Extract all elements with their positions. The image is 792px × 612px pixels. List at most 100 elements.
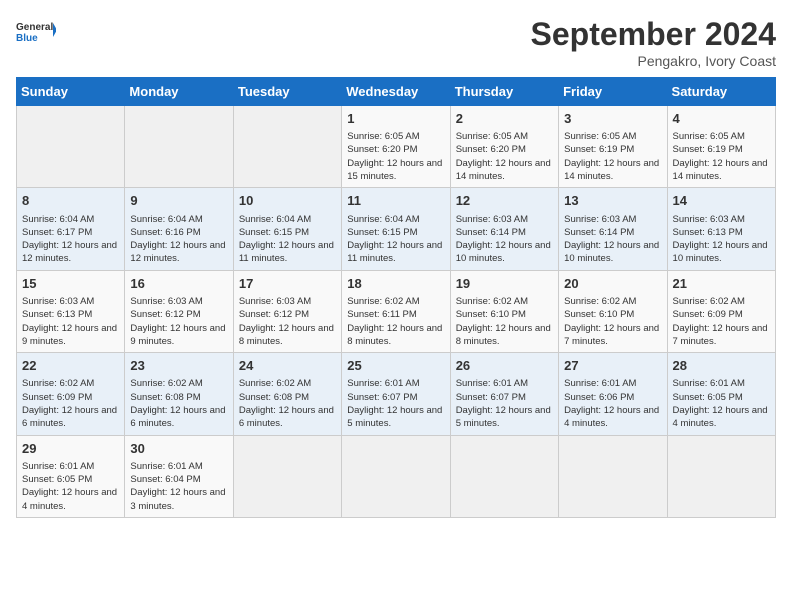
day-info: Sunrise: 6:03 AM Sunset: 6:14 PM Dayligh… (564, 213, 661, 266)
day-info: Sunrise: 6:03 AM Sunset: 6:12 PM Dayligh… (239, 295, 336, 348)
day-number: 20 (564, 275, 661, 293)
column-header-saturday: Saturday (667, 78, 775, 106)
day-number: 3 (564, 110, 661, 128)
day-number: 11 (347, 192, 444, 210)
calendar-cell: 22 Sunrise: 6:02 AM Sunset: 6:09 PM Dayl… (17, 353, 125, 435)
svg-text:Blue: Blue (16, 33, 38, 44)
day-number: 19 (456, 275, 553, 293)
week-row-4: 22 Sunrise: 6:02 AM Sunset: 6:09 PM Dayl… (17, 353, 776, 435)
calendar-cell: 11 Sunrise: 6:04 AM Sunset: 6:15 PM Dayl… (342, 188, 450, 270)
day-number: 28 (673, 357, 770, 375)
day-info: Sunrise: 6:01 AM Sunset: 6:07 PM Dayligh… (347, 377, 444, 430)
calendar-cell: 28 Sunrise: 6:01 AM Sunset: 6:05 PM Dayl… (667, 353, 775, 435)
day-number: 23 (130, 357, 227, 375)
day-number: 13 (564, 192, 661, 210)
calendar-cell: 20 Sunrise: 6:02 AM Sunset: 6:10 PM Dayl… (559, 270, 667, 352)
day-info: Sunrise: 6:04 AM Sunset: 6:16 PM Dayligh… (130, 213, 227, 266)
day-number: 24 (239, 357, 336, 375)
day-info: Sunrise: 6:05 AM Sunset: 6:19 PM Dayligh… (673, 130, 770, 183)
day-info: Sunrise: 6:04 AM Sunset: 6:15 PM Dayligh… (347, 213, 444, 266)
calendar-cell: 10 Sunrise: 6:04 AM Sunset: 6:15 PM Dayl… (233, 188, 341, 270)
day-info: Sunrise: 6:02 AM Sunset: 6:09 PM Dayligh… (673, 295, 770, 348)
day-number: 8 (22, 192, 119, 210)
month-title: September 2024 (531, 16, 776, 53)
calendar-cell (559, 435, 667, 517)
calendar-cell: 29 Sunrise: 6:01 AM Sunset: 6:05 PM Dayl… (17, 435, 125, 517)
day-info: Sunrise: 6:04 AM Sunset: 6:15 PM Dayligh… (239, 213, 336, 266)
column-header-tuesday: Tuesday (233, 78, 341, 106)
day-info: Sunrise: 6:03 AM Sunset: 6:13 PM Dayligh… (673, 213, 770, 266)
day-info: Sunrise: 6:01 AM Sunset: 6:05 PM Dayligh… (673, 377, 770, 430)
day-number: 22 (22, 357, 119, 375)
calendar-cell: 24 Sunrise: 6:02 AM Sunset: 6:08 PM Dayl… (233, 353, 341, 435)
calendar-cell: 13 Sunrise: 6:03 AM Sunset: 6:14 PM Dayl… (559, 188, 667, 270)
day-number: 18 (347, 275, 444, 293)
day-number: 25 (347, 357, 444, 375)
svg-text:General: General (16, 22, 53, 33)
day-info: Sunrise: 6:02 AM Sunset: 6:08 PM Dayligh… (130, 377, 227, 430)
day-number: 10 (239, 192, 336, 210)
day-info: Sunrise: 6:01 AM Sunset: 6:06 PM Dayligh… (564, 377, 661, 430)
week-row-3: 15 Sunrise: 6:03 AM Sunset: 6:13 PM Dayl… (17, 270, 776, 352)
calendar-cell: 12 Sunrise: 6:03 AM Sunset: 6:14 PM Dayl… (450, 188, 558, 270)
day-info: Sunrise: 6:03 AM Sunset: 6:14 PM Dayligh… (456, 213, 553, 266)
calendar-cell: 1 Sunrise: 6:05 AM Sunset: 6:20 PM Dayli… (342, 106, 450, 188)
day-info: Sunrise: 6:02 AM Sunset: 6:09 PM Dayligh… (22, 377, 119, 430)
day-info: Sunrise: 6:05 AM Sunset: 6:20 PM Dayligh… (347, 130, 444, 183)
calendar-cell (450, 435, 558, 517)
calendar-cell: 16 Sunrise: 6:03 AM Sunset: 6:12 PM Dayl… (125, 270, 233, 352)
day-info: Sunrise: 6:02 AM Sunset: 6:08 PM Dayligh… (239, 377, 336, 430)
day-info: Sunrise: 6:02 AM Sunset: 6:11 PM Dayligh… (347, 295, 444, 348)
calendar-cell: 21 Sunrise: 6:02 AM Sunset: 6:09 PM Dayl… (667, 270, 775, 352)
calendar-cell: 14 Sunrise: 6:03 AM Sunset: 6:13 PM Dayl… (667, 188, 775, 270)
calendar-cell: 25 Sunrise: 6:01 AM Sunset: 6:07 PM Dayl… (342, 353, 450, 435)
day-info: Sunrise: 6:01 AM Sunset: 6:07 PM Dayligh… (456, 377, 553, 430)
calendar-cell (342, 435, 450, 517)
calendar-cell: 4 Sunrise: 6:05 AM Sunset: 6:19 PM Dayli… (667, 106, 775, 188)
calendar-cell: 27 Sunrise: 6:01 AM Sunset: 6:06 PM Dayl… (559, 353, 667, 435)
location: Pengakro, Ivory Coast (531, 53, 776, 69)
calendar-cell: 15 Sunrise: 6:03 AM Sunset: 6:13 PM Dayl… (17, 270, 125, 352)
day-number: 30 (130, 440, 227, 458)
calendar-cell (17, 106, 125, 188)
column-header-sunday: Sunday (17, 78, 125, 106)
day-info: Sunrise: 6:02 AM Sunset: 6:10 PM Dayligh… (564, 295, 661, 348)
logo-svg: General Blue (16, 16, 56, 52)
column-header-monday: Monday (125, 78, 233, 106)
day-number: 17 (239, 275, 336, 293)
calendar-cell: 2 Sunrise: 6:05 AM Sunset: 6:20 PM Dayli… (450, 106, 558, 188)
week-row-5: 29 Sunrise: 6:01 AM Sunset: 6:05 PM Dayl… (17, 435, 776, 517)
column-header-friday: Friday (559, 78, 667, 106)
column-header-wednesday: Wednesday (342, 78, 450, 106)
day-number: 26 (456, 357, 553, 375)
calendar-cell: 17 Sunrise: 6:03 AM Sunset: 6:12 PM Dayl… (233, 270, 341, 352)
calendar-cell: 30 Sunrise: 6:01 AM Sunset: 6:04 PM Dayl… (125, 435, 233, 517)
day-number: 21 (673, 275, 770, 293)
calendar-cell: 18 Sunrise: 6:02 AM Sunset: 6:11 PM Dayl… (342, 270, 450, 352)
calendar-cell (125, 106, 233, 188)
day-info: Sunrise: 6:04 AM Sunset: 6:17 PM Dayligh… (22, 213, 119, 266)
day-number: 12 (456, 192, 553, 210)
week-row-2: 8 Sunrise: 6:04 AM Sunset: 6:17 PM Dayli… (17, 188, 776, 270)
calendar-cell: 9 Sunrise: 6:04 AM Sunset: 6:16 PM Dayli… (125, 188, 233, 270)
day-number: 9 (130, 192, 227, 210)
day-info: Sunrise: 6:01 AM Sunset: 6:05 PM Dayligh… (22, 460, 119, 513)
day-info: Sunrise: 6:02 AM Sunset: 6:10 PM Dayligh… (456, 295, 553, 348)
day-info: Sunrise: 6:05 AM Sunset: 6:19 PM Dayligh… (564, 130, 661, 183)
calendar-cell (233, 106, 341, 188)
day-info: Sunrise: 6:03 AM Sunset: 6:12 PM Dayligh… (130, 295, 227, 348)
day-number: 29 (22, 440, 119, 458)
calendar-cell (667, 435, 775, 517)
day-number: 15 (22, 275, 119, 293)
logo: General Blue (16, 16, 56, 52)
day-info: Sunrise: 6:03 AM Sunset: 6:13 PM Dayligh… (22, 295, 119, 348)
column-header-thursday: Thursday (450, 78, 558, 106)
calendar-cell: 26 Sunrise: 6:01 AM Sunset: 6:07 PM Dayl… (450, 353, 558, 435)
day-number: 2 (456, 110, 553, 128)
week-row-1: 1 Sunrise: 6:05 AM Sunset: 6:20 PM Dayli… (17, 106, 776, 188)
day-info: Sunrise: 6:01 AM Sunset: 6:04 PM Dayligh… (130, 460, 227, 513)
day-number: 4 (673, 110, 770, 128)
calendar-cell: 19 Sunrise: 6:02 AM Sunset: 6:10 PM Dayl… (450, 270, 558, 352)
calendar-cell: 3 Sunrise: 6:05 AM Sunset: 6:19 PM Dayli… (559, 106, 667, 188)
day-number: 14 (673, 192, 770, 210)
